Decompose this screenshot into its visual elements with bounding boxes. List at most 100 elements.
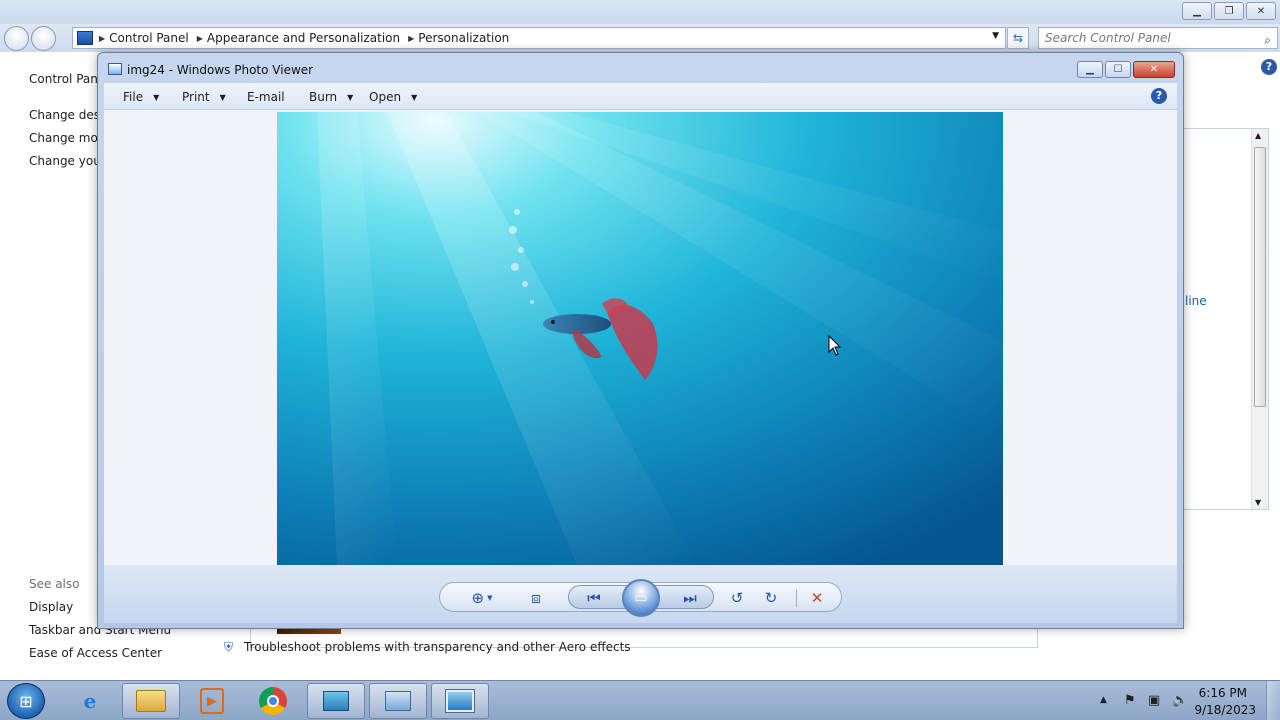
- get-more-themes-online-link[interactable]: line: [1185, 294, 1207, 308]
- next-button[interactable]: ⏭: [675, 587, 705, 609]
- menu-file[interactable]: File ▼: [123, 90, 159, 104]
- clock-time[interactable]: 6:16 PM: [1199, 686, 1247, 700]
- chevron-down-icon: ▼: [411, 93, 418, 102]
- internet-explorer-icon: e: [83, 689, 97, 713]
- help-icon[interactable]: ?: [1151, 88, 1167, 104]
- back-button[interactable]: [4, 26, 29, 51]
- search-icon[interactable]: ⌕: [1264, 30, 1271, 50]
- rotate-clockwise-button[interactable]: ↻: [760, 587, 782, 609]
- previous-button[interactable]: ⏮: [579, 587, 609, 609]
- sidebar-item-account-picture[interactable]: Change your: [29, 154, 106, 168]
- media-player-icon: ▶: [200, 688, 224, 714]
- refresh-icon: ⇆: [1012, 31, 1024, 45]
- chevron-down-icon: ▼: [219, 93, 226, 102]
- magnifier-plus-icon: ⊕: [471, 589, 485, 607]
- delete-button[interactable]: ✕: [806, 587, 828, 609]
- taskbar-photo-viewer[interactable]: [431, 683, 489, 719]
- close-icon: ✕: [1149, 64, 1159, 75]
- displayed-photo[interactable]: [277, 112, 1003, 565]
- breadcrumb-item[interactable]: Control Panel: [109, 31, 189, 45]
- photo-viewer-icon: [445, 689, 475, 713]
- mouse-cursor-icon: [828, 335, 842, 356]
- chevron-down-icon: ▼: [347, 93, 354, 102]
- menu-open[interactable]: Open ▼: [369, 90, 417, 104]
- maximize-button[interactable]: ☐: [1105, 61, 1131, 78]
- close-icon: ✕: [1256, 5, 1266, 17]
- menu-email[interactable]: E-mail: [247, 90, 285, 104]
- rotate-counterclockwise-icon: ↺: [730, 589, 744, 607]
- network-icon[interactable]: ▣: [1148, 693, 1160, 708]
- start-button[interactable]: ⊞: [7, 683, 45, 719]
- taskbar-app-green[interactable]: [307, 683, 365, 719]
- photo-viewer-titlebar[interactable]: img24 - Windows Photo Viewer ▁ ☐ ✕: [98, 53, 1183, 83]
- window-title: img24 - Windows Photo Viewer: [127, 63, 314, 77]
- chevron-right-icon: ▶: [196, 33, 203, 43]
- chevron-right-icon: ▶: [408, 33, 415, 43]
- taskbar-media-player[interactable]: ▶: [183, 683, 241, 719]
- menu-open-label: Open: [369, 90, 402, 104]
- menu-burn-label: Burn: [309, 90, 338, 104]
- chevron-down-icon[interactable]: ▼: [992, 31, 999, 41]
- menu-burn[interactable]: Burn ▼: [309, 90, 353, 104]
- breadcrumb-item[interactable]: Appearance and Personalization: [207, 31, 400, 45]
- close-button[interactable]: ✕: [1133, 61, 1175, 78]
- chevron-right-icon: ▶: [99, 33, 106, 43]
- notification-area: ▲ ⚑ ▣ 🔈 6:16 PM 9/18/2023: [1080, 681, 1280, 720]
- actual-size-icon: ⧈: [531, 589, 541, 607]
- taskbar-internet-explorer[interactable]: e: [61, 683, 119, 719]
- minimize-icon: ▁: [1086, 64, 1094, 75]
- slideshow-icon: ▭: [634, 590, 648, 606]
- control-panel-titlebar: ▁ ❐ ✕: [0, 0, 1280, 24]
- scrollbar-thumb[interactable]: [1254, 147, 1266, 407]
- restore-button[interactable]: ❐: [1214, 2, 1244, 20]
- rotate-clockwise-icon: ↻: [764, 589, 778, 607]
- rotate-counterclockwise-button[interactable]: ↺: [726, 587, 748, 609]
- zoom-button[interactable]: ⊕ ▼: [464, 587, 500, 609]
- minimize-icon: ▁: [1193, 5, 1201, 17]
- previous-icon: ⏮: [587, 589, 601, 607]
- sidebar-item-mouse-pointers[interactable]: Change mou: [29, 131, 105, 145]
- volume-muted-icon[interactable]: 🔈: [1172, 693, 1188, 708]
- menu-print[interactable]: Print ▼: [182, 90, 226, 104]
- see-also-ease-of-access[interactable]: Ease of Access Center: [29, 646, 162, 660]
- search-input[interactable]: Search Control Panel ⌕: [1038, 27, 1278, 49]
- taskbar-chrome[interactable]: [244, 683, 302, 719]
- address-bar: ▶ Control Panel ▶ Appearance and Persona…: [0, 24, 1280, 52]
- show-hidden-icons-icon[interactable]: ▲: [1100, 695, 1107, 705]
- photo-viewer-app-icon: [108, 63, 122, 75]
- sidebar-item-desktop-icons[interactable]: Change desk: [29, 108, 107, 122]
- scroll-up-icon[interactable]: ▲: [1255, 131, 1261, 140]
- clock-date[interactable]: 9/18/2023: [1194, 703, 1256, 717]
- actual-size-button[interactable]: ⧈: [524, 587, 548, 609]
- taskbar: ⊞ e ▶ ▲ ⚑ ▣ 🔈 6:16 PM 9/18/2023: [0, 680, 1280, 720]
- maximize-icon: ☐: [1113, 64, 1123, 75]
- taskbar-file-explorer[interactable]: [122, 683, 180, 719]
- controls-bar: ⊕ ▼ ⧈ ⏮ ⏭ ▭ ↺ ↻ ✕: [439, 579, 842, 617]
- chevron-down-icon: ▼: [487, 594, 493, 602]
- delete-x-icon: ✕: [810, 589, 824, 607]
- breadcrumb[interactable]: ▶ Control Panel ▶ Appearance and Persona…: [72, 27, 1006, 49]
- next-icon: ⏭: [683, 589, 697, 607]
- see-also-display[interactable]: Display: [29, 600, 73, 614]
- scrollbar[interactable]: ▲ ▼: [1251, 129, 1268, 509]
- taskbar-control-panel[interactable]: [369, 683, 427, 719]
- minimize-button[interactable]: ▁: [1182, 2, 1212, 20]
- close-button[interactable]: ✕: [1246, 2, 1276, 20]
- slideshow-button[interactable]: ▭: [622, 579, 660, 617]
- minimize-button[interactable]: ▁: [1077, 61, 1103, 78]
- troubleshoot-link[interactable]: Troubleshoot problems with transparency …: [244, 640, 631, 654]
- scroll-down-icon[interactable]: ▼: [1255, 498, 1261, 507]
- image-canvas[interactable]: [104, 110, 1177, 565]
- see-also-label: See also: [29, 577, 80, 591]
- show-desktop-button[interactable]: [1266, 681, 1280, 720]
- search-placeholder: Search Control Panel: [1045, 31, 1171, 45]
- control-panel-icon: [77, 31, 93, 45]
- breadcrumb-item[interactable]: Personalization: [418, 31, 509, 45]
- forward-button[interactable]: [31, 26, 56, 51]
- help-icon[interactable]: ?: [1261, 59, 1277, 75]
- theme-list[interactable]: ▲ ▼: [1183, 128, 1269, 510]
- betta-fish-wallpaper: [277, 112, 1003, 565]
- refresh-button[interactable]: ⇆: [1007, 27, 1029, 49]
- action-center-icon[interactable]: ⚑: [1124, 693, 1136, 708]
- control-panel-icon: [385, 691, 411, 711]
